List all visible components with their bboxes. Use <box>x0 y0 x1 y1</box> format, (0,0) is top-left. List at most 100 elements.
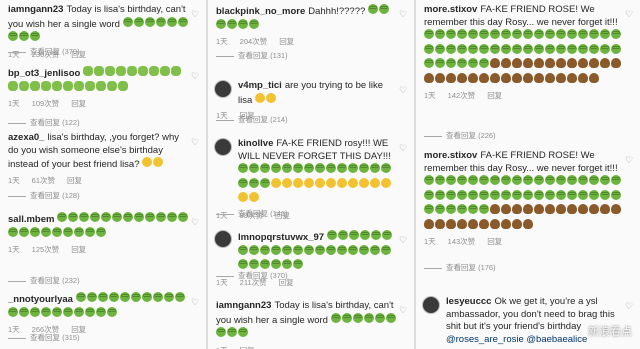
nauseated-face-icon <box>19 31 29 41</box>
view-replies-link[interactable]: 查看回复 (214) <box>216 114 288 125</box>
view-replies-link[interactable]: 查看回复 (141) <box>216 208 288 219</box>
like-count[interactable]: 204次赞 <box>240 37 268 46</box>
nauseated-face-icon <box>304 163 314 173</box>
like-count[interactable]: 61次赞 <box>32 176 55 185</box>
comment-username[interactable]: kinollve <box>238 138 273 149</box>
comment-item: bp_ot3_jenlisoo 1天 109次赞 回复 ♡ <box>0 66 206 111</box>
like-count[interactable]: 109次赞 <box>32 99 60 108</box>
heart-icon[interactable]: ♡ <box>191 138 200 147</box>
comment-username[interactable]: more.stixov <box>424 150 477 161</box>
frog-icon <box>160 66 171 76</box>
heart-icon[interactable]: ♡ <box>191 218 200 227</box>
divider <box>8 122 26 124</box>
reply-button[interactable]: 回复 <box>487 237 502 246</box>
nauseated-face-icon <box>227 18 237 29</box>
comment-username[interactable]: bp_ot3_jenlisoo <box>8 68 80 79</box>
frog-icon <box>74 80 84 91</box>
nauseated-face-icon <box>424 204 434 214</box>
comment-time: 1天 <box>8 99 20 108</box>
nauseated-face-icon <box>166 16 177 27</box>
like-count[interactable]: 142次赞 <box>448 91 476 100</box>
laughing-face-icon <box>293 177 303 188</box>
nauseated-face-icon <box>216 18 226 29</box>
comment-username[interactable]: iamngann23 <box>216 300 271 311</box>
view-replies-link[interactable]: 查看回复 (232) <box>8 275 80 286</box>
nauseated-face-icon <box>468 175 478 185</box>
view-replies-link[interactable]: 查看回复 (370) <box>216 270 288 281</box>
view-replies-link[interactable]: 查看回复 (226) <box>424 130 496 141</box>
comment-username[interactable]: blackpink_no_more <box>216 6 305 17</box>
reply-button[interactable]: 回复 <box>279 37 294 46</box>
heart-icon[interactable]: ♡ <box>191 10 200 19</box>
avatar[interactable] <box>214 138 232 156</box>
divider <box>216 213 234 215</box>
view-replies-link[interactable]: 查看回复 (315) <box>8 332 80 343</box>
view-replies-label: 查看回复 <box>30 47 60 56</box>
reply-button[interactable]: 回复 <box>67 176 82 185</box>
frog-icon <box>30 80 40 91</box>
avatar[interactable] <box>422 296 440 314</box>
view-replies-link[interactable]: 查看回复 (128) <box>8 190 80 201</box>
view-replies-link[interactable]: 查看回复 (176) <box>424 262 496 273</box>
reply-button[interactable]: 回复 <box>487 91 502 100</box>
frog-icon <box>118 80 128 91</box>
comment-username[interactable]: v4mp_tici <box>238 80 282 91</box>
heart-icon[interactable]: ♡ <box>399 144 408 153</box>
nauseated-face-icon <box>174 292 185 302</box>
view-replies-link[interactable]: 查看回复 (122) <box>8 117 80 128</box>
pile-of-poo-icon <box>435 218 445 229</box>
comment-username[interactable]: more.stixov <box>424 4 477 15</box>
heart-icon[interactable]: ♡ <box>399 10 408 19</box>
reply-button[interactable]: 回复 <box>71 99 86 108</box>
view-replies-label: 查看回复 <box>238 271 268 280</box>
pile-of-poo-icon <box>567 58 577 68</box>
nauseated-face-icon <box>282 244 292 255</box>
nauseated-face-icon <box>108 292 119 302</box>
nauseated-face-icon <box>348 244 358 255</box>
heart-icon[interactable]: ♡ <box>191 298 200 307</box>
heart-icon[interactable]: ♡ <box>625 10 634 19</box>
pile-of-poo-icon <box>490 204 500 214</box>
nauseated-face-icon <box>359 163 369 173</box>
reply-count: (214) <box>268 115 288 124</box>
nauseated-face-icon <box>479 58 489 68</box>
comment-username[interactable]: azexa0_ <box>8 132 44 143</box>
comment-username[interactable]: lesyeuccc <box>446 296 491 307</box>
view-replies-link[interactable]: 查看回复 (131) <box>216 50 288 61</box>
reply-button[interactable]: 回复 <box>240 346 255 349</box>
nauseated-face-icon <box>600 175 610 185</box>
comment-time: 1天 <box>216 37 228 46</box>
nauseated-face-icon <box>107 306 117 317</box>
nauseated-face-icon <box>360 230 371 240</box>
heart-icon[interactable]: ♡ <box>399 86 408 95</box>
nauseated-face-icon <box>512 189 522 200</box>
laughing-face-icon <box>304 177 314 188</box>
like-count[interactable]: 125次赞 <box>32 245 60 254</box>
heart-icon[interactable]: ♡ <box>399 306 408 315</box>
avatar[interactable] <box>214 80 232 98</box>
nauseated-face-icon <box>41 226 51 237</box>
frog-icon <box>94 66 105 76</box>
avatar[interactable] <box>214 230 232 248</box>
view-replies-link[interactable]: 查看回复 (370) <box>8 46 80 57</box>
nauseated-face-icon <box>249 177 259 188</box>
comment-username[interactable]: lmnopqrstuvwx_97 <box>238 232 324 243</box>
heart-icon[interactable]: ♡ <box>625 302 634 311</box>
pile-of-poo-icon <box>600 204 610 214</box>
like-count[interactable]: 143次赞 <box>448 237 476 246</box>
nauseated-face-icon <box>75 292 86 302</box>
nauseated-face-icon <box>238 18 248 29</box>
nauseated-face-icon <box>501 189 511 200</box>
comment-username[interactable]: sall.mbem <box>8 214 54 225</box>
comment-column-3: more.stixov FA-KE FRIEND ROSE! We remembe… <box>416 0 640 349</box>
heart-icon[interactable]: ♡ <box>191 72 200 81</box>
heart-icon[interactable]: ♡ <box>625 156 634 165</box>
nauseated-face-icon <box>155 16 166 27</box>
pile-of-poo-icon <box>501 72 511 83</box>
reply-button[interactable]: 回复 <box>71 245 86 254</box>
comment-time: 1天 <box>8 175 20 185</box>
heart-icon[interactable]: ♡ <box>399 236 408 245</box>
comment-username[interactable]: iamngann23 <box>8 4 63 15</box>
comment-username[interactable]: _nnotyourlyaa <box>8 294 73 305</box>
nauseated-face-icon <box>435 204 445 214</box>
